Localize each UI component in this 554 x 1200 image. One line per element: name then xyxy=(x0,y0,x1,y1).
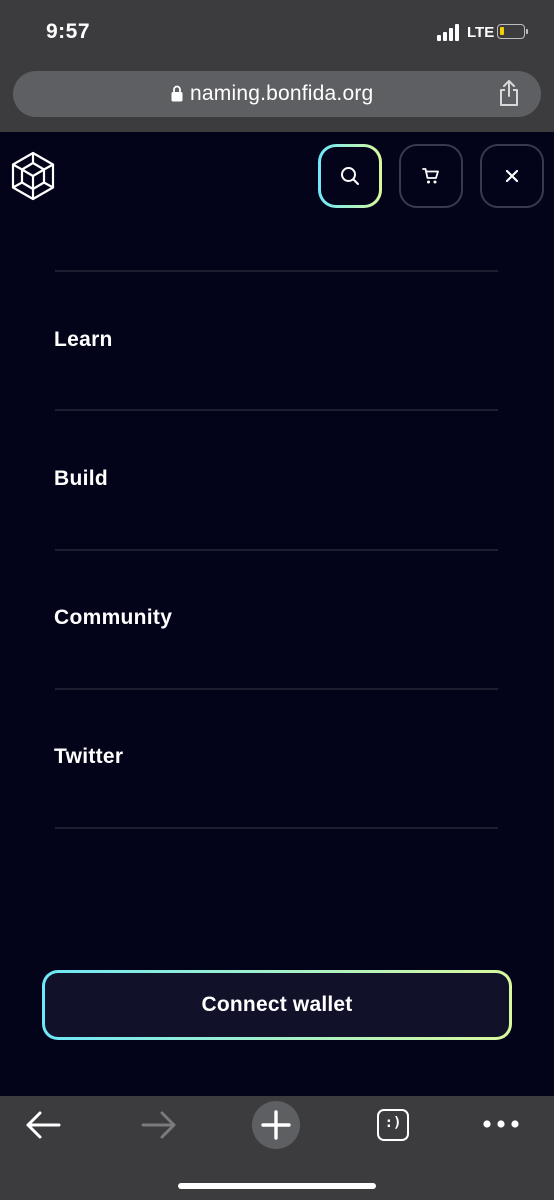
tabs-label: :) xyxy=(384,1115,402,1131)
url-text: naming.bonfida.org xyxy=(190,82,374,105)
battery-cap xyxy=(526,29,528,34)
menu-divider xyxy=(55,688,498,690)
cart-button[interactable] xyxy=(399,144,463,208)
forward-arrow-icon[interactable] xyxy=(140,1110,178,1140)
status-bar: 9:57 LTE xyxy=(0,0,554,68)
battery-level xyxy=(500,27,504,35)
url-field[interactable]: naming.bonfida.org xyxy=(13,71,541,117)
back-arrow-icon[interactable] xyxy=(24,1110,62,1140)
browser-address-bar: naming.bonfida.org xyxy=(0,68,554,132)
menu-item-learn[interactable]: Learn xyxy=(54,328,113,352)
menu-item-community[interactable]: Community xyxy=(54,606,172,630)
browser-toolbar: :) xyxy=(0,1096,554,1200)
status-time: 9:57 xyxy=(46,20,91,43)
close-icon xyxy=(505,169,519,183)
more-dots-icon[interactable] xyxy=(482,1119,520,1129)
screen: 9:57 LTE naming.bonfida.org Learn Build … xyxy=(0,0,554,1200)
cube-logo-icon[interactable] xyxy=(10,151,56,201)
home-indicator xyxy=(178,1183,376,1189)
close-menu-button[interactable] xyxy=(480,144,544,208)
menu-divider xyxy=(55,827,498,829)
new-tab-button[interactable] xyxy=(252,1101,300,1149)
battery-icon xyxy=(497,24,525,39)
network-label: LTE xyxy=(467,24,495,41)
menu-item-twitter[interactable]: Twitter xyxy=(54,745,123,769)
plus-icon xyxy=(261,1110,291,1140)
cart-icon xyxy=(422,168,439,184)
search-button[interactable] xyxy=(318,144,382,208)
menu-divider xyxy=(55,409,498,411)
menu-item-build[interactable]: Build xyxy=(54,467,108,491)
tabs-smiley-icon[interactable]: :) xyxy=(377,1109,409,1141)
connect-wallet-button[interactable]: Connect wallet xyxy=(42,970,512,1040)
signal-strength-icon xyxy=(437,24,463,41)
menu-divider xyxy=(55,270,498,272)
lock-icon xyxy=(171,85,183,102)
menu-divider xyxy=(55,549,498,551)
search-icon xyxy=(341,167,359,185)
share-icon[interactable] xyxy=(497,79,521,107)
